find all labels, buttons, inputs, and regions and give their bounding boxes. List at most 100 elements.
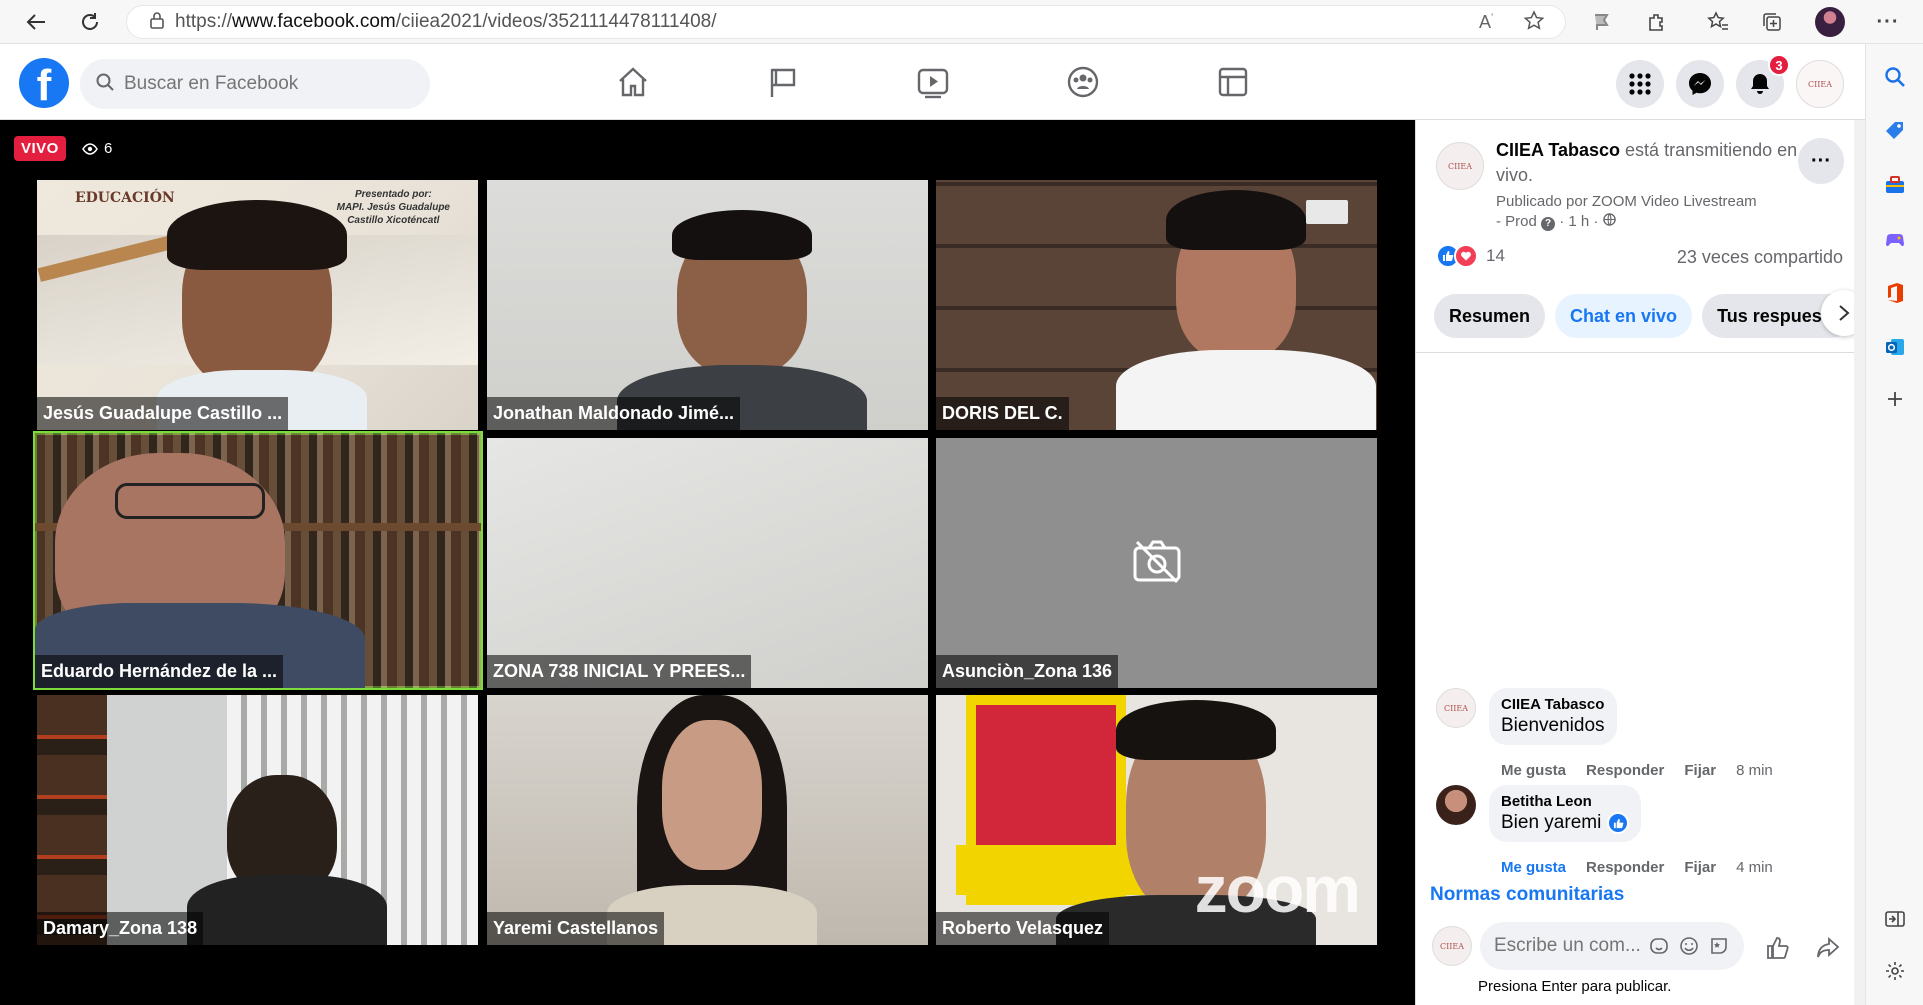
more-options-button[interactable]: ··· [1798, 138, 1844, 184]
pages-flag-icon[interactable] [763, 62, 803, 102]
comment-time[interactable]: 8 min [1736, 762, 1773, 779]
share-button[interactable] [1808, 928, 1848, 968]
comment-author[interactable]: Betitha Leon [1501, 793, 1629, 810]
participant-tile-camera-off: Asunciòn_Zona 136 [936, 438, 1377, 688]
collections-icon[interactable] [1752, 0, 1792, 44]
divider [1416, 352, 1866, 353]
favorite-add-icon[interactable] [1523, 10, 1545, 37]
feedback-icon[interactable] [1582, 0, 1622, 44]
comment-avatar[interactable]: CIIEA [1436, 688, 1476, 728]
globe-icon [1602, 213, 1616, 230]
office-icon[interactable] [1880, 278, 1910, 308]
reaction-count: 14 [1486, 246, 1505, 265]
shopping-tag-icon[interactable] [1880, 116, 1910, 146]
viewer-count: 6 [82, 140, 112, 157]
participant-tile: DORIS DEL C. [936, 180, 1377, 430]
tab-summary[interactable]: Resumen [1434, 294, 1546, 338]
like-comment-button[interactable]: Me gusta [1501, 859, 1566, 876]
reactions-summary[interactable]: 14 [1436, 244, 1505, 268]
camera-off-icon [1133, 540, 1181, 584]
games-icon[interactable] [1880, 224, 1910, 254]
help-icon[interactable]: ? [1541, 217, 1556, 231]
search-icon[interactable] [1880, 62, 1910, 92]
participant-tile: ZONA 738 INICIAL Y PREES... [487, 438, 928, 688]
read-aloud-icon[interactable]: Aʼ [1479, 12, 1493, 33]
search-input[interactable] [124, 73, 404, 95]
host-avatar-text: CIIEA [1447, 161, 1473, 171]
tools-icon[interactable] [1880, 170, 1910, 200]
participant-name: Eduardo Hernández de la ... [35, 655, 284, 688]
share-icon [1817, 936, 1840, 958]
more-menu-icon[interactable]: ··· [1868, 0, 1908, 44]
facebook-logo[interactable]: f [19, 58, 69, 108]
live-badge: VIVO [14, 136, 66, 161]
participant-tile: EDUCACIÓN Presentado por: MAPI. Jesús Gu… [37, 180, 478, 430]
comment-author[interactable]: CIIEA Tabasco [1501, 696, 1605, 713]
composer-avatar: CIIEA [1432, 926, 1472, 966]
page-scrollbar[interactable] [1854, 120, 1865, 1005]
comment-time[interactable]: 4 min [1736, 859, 1773, 876]
host-avatar[interactable]: CIIEA [1436, 142, 1484, 190]
watch-video-icon[interactable] [913, 62, 953, 102]
comment-text: Bien yaremi [1501, 812, 1630, 834]
refresh-icon[interactable] [68, 0, 112, 44]
pin-comment-button[interactable]: Fijar [1684, 762, 1716, 779]
gaming-icon[interactable] [1213, 62, 1253, 102]
back-icon[interactable] [14, 0, 58, 44]
live-video-player[interactable]: VIVO 6 EDUCACIÓN Presentado por: MAPI. J… [0, 120, 1415, 1005]
outlook-icon[interactable] [1880, 332, 1910, 362]
comment-text-value: Bien yaremi [1501, 812, 1602, 833]
thumbs-up-icon [1767, 937, 1789, 959]
account-avatar[interactable]: CIIEA [1796, 60, 1844, 108]
published-meta-row: - Prod ? · 1 h · [1496, 212, 1826, 232]
participant-video-figure [662, 720, 762, 870]
url-prefix: https:// [175, 11, 233, 32]
viewer-count-value: 6 [104, 140, 113, 157]
host-name[interactable]: CIIEA Tabasco [1496, 140, 1620, 160]
extensions-icon[interactable] [1636, 0, 1676, 44]
participant-tile-active-speaker: Eduardo Hernández de la ... [33, 431, 483, 690]
comment-avatar-text: CIIEA [1443, 703, 1469, 713]
participant-tile: Yaremi Castellanos [487, 695, 928, 945]
url-text: https://www.facebook.com/ciiea2021/video… [175, 11, 717, 33]
sticker-icon[interactable] [1644, 931, 1674, 961]
tab-live-chat[interactable]: Chat en vivo [1555, 294, 1693, 338]
settings-gear-icon[interactable] [1880, 956, 1910, 986]
community-norms-link[interactable]: Normas comunitarias [1430, 884, 1624, 906]
emoji-icon[interactable] [1674, 931, 1704, 961]
url-path: /ciiea2021/videos/3521114478111408/ [395, 11, 717, 32]
send-like-button[interactable] [1758, 928, 1798, 968]
facebook-navbar: f 3 CIIEA [0, 44, 1865, 120]
favorites-icon[interactable] [1698, 0, 1738, 44]
notifications-button[interactable]: 3 [1736, 54, 1790, 108]
panel-tabs: Resumen Chat en vivo Tus respuesta [1434, 294, 1853, 338]
participant-name: Yaremi Castellanos [487, 912, 665, 945]
comment-composer[interactable] [1480, 922, 1744, 970]
comment-avatar[interactable] [1436, 785, 1476, 825]
home-icon[interactable] [613, 62, 653, 102]
add-icon[interactable] [1880, 384, 1910, 414]
comment-bubble: CIIEA Tabasco Bienvenidos [1489, 688, 1617, 745]
presenter-line-3: Castillo Xicoténcatl [347, 215, 440, 226]
messenger-button[interactable] [1676, 60, 1724, 108]
like-comment-button[interactable]: Me gusta [1501, 762, 1566, 779]
stars-sticker-icon[interactable] [1704, 931, 1734, 961]
bell-icon [1751, 74, 1769, 94]
published-by-text: Publicado por ZOOM Video Livestream [1496, 193, 1757, 210]
groups-icon[interactable] [1063, 62, 1103, 102]
participant-tile: Jonathan Maldonado Jimé... [487, 180, 928, 430]
reply-comment-button[interactable]: Responder [1586, 762, 1664, 779]
like-reaction-icon[interactable] [1607, 812, 1630, 834]
menu-grid-button[interactable] [1616, 60, 1664, 108]
participant-tile: zoom Roberto Velasquez [936, 695, 1377, 945]
live-chat-panel: CIIEA CIIEA Tabasco está transmitiendo e… [1415, 120, 1867, 1005]
address-bar[interactable]: https://www.facebook.com/ciiea2021/video… [126, 5, 1566, 39]
hide-sidebar-icon[interactable] [1880, 904, 1910, 934]
facebook-search[interactable] [80, 59, 430, 109]
profile-avatar-icon[interactable] [1810, 0, 1850, 44]
url-domain: www.facebook.com [232, 11, 396, 32]
pin-comment-button[interactable]: Fijar [1684, 859, 1716, 876]
comment-input[interactable] [1494, 935, 1644, 957]
share-count[interactable]: 23 veces compartido [1677, 247, 1843, 268]
reply-comment-button[interactable]: Responder [1586, 859, 1664, 876]
